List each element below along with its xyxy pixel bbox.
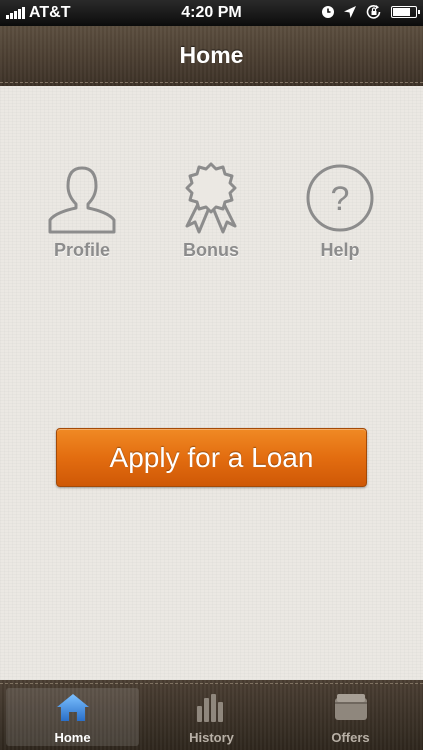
help-label: Help [320,240,360,260]
tab-offers-label: Offers [331,730,370,745]
svg-text:?: ? [331,180,350,218]
bonus-button[interactable]: Bonus [161,162,261,266]
battery-icon [391,6,420,18]
tab-history[interactable]: History [145,688,278,746]
tab-home[interactable]: Home [6,688,139,746]
tab-home-label: Home [54,730,91,745]
help-button[interactable]: ? Help [290,162,390,266]
rotation-lock-icon [366,5,381,19]
clock-icon [322,6,334,18]
tab-bar: Home History Offers [0,680,423,750]
apply-button-label: Apply for a Loan [109,441,314,473]
main-content: Profile Bonus ? Help Apply for a Loan [0,86,423,680]
question-circle-icon: ? [306,164,374,232]
bonus-label: Bonus [183,240,239,260]
person-icon [48,166,116,234]
status-bar: AT&T 4:20 PM [0,0,423,26]
wallet-icon [334,694,367,720]
profile-label: Profile [53,240,110,260]
location-icon [344,6,356,18]
apply-for-loan-button[interactable]: Apply for a Loan [56,428,367,487]
nav-bar: Home [0,26,423,86]
house-icon [56,694,89,721]
bar-chart-icon [196,694,223,722]
award-ribbon-icon [185,162,237,234]
tab-offers[interactable]: Offers [284,688,417,746]
page-title: Home [179,42,244,68]
tab-history-label: History [189,730,234,745]
profile-button[interactable]: Profile [32,162,132,266]
status-right [321,4,420,20]
